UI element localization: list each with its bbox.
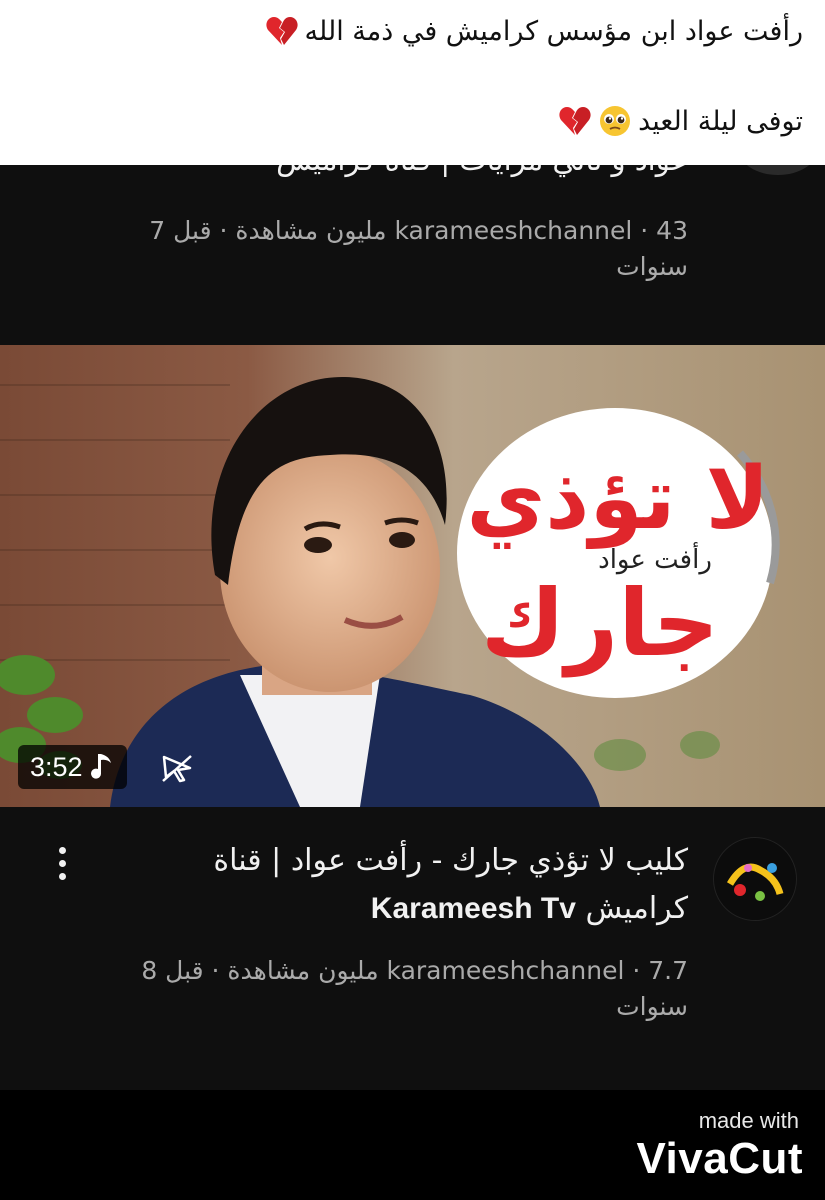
duration-badge: 3:52 bbox=[18, 745, 127, 789]
previous-video-title[interactable]: عواد و تالي مرايات | قناة كراميش bbox=[276, 165, 688, 177]
duration-text: 3:52 bbox=[30, 751, 83, 782]
post-caption: رأفت عواد ابن مؤسس كراميش في ذمة الله تو… bbox=[0, 0, 825, 165]
video-thumbnail[interactable]: لا تؤذي رأفت عواد جارك bbox=[0, 345, 825, 807]
caption-line-2: توفى ليلة العيد bbox=[558, 104, 803, 138]
video-meta: karameeshchannel · 7.7 مليون مشاهدة · قب… bbox=[141, 956, 688, 1021]
channel-avatar[interactable] bbox=[713, 837, 797, 921]
pleading-face-icon bbox=[598, 104, 632, 138]
logo-main-text: لا تؤذي bbox=[466, 449, 769, 549]
karameesh-logo-icon bbox=[714, 838, 796, 920]
caption-text-2: توفى ليلة العيد bbox=[638, 105, 803, 137]
previous-channel-avatar[interactable] bbox=[739, 165, 817, 175]
more-vert-icon[interactable] bbox=[52, 847, 72, 887]
cast-icon[interactable] bbox=[160, 753, 194, 783]
youtube-feed: عواد و تالي مرايات | قناة كراميش karamee… bbox=[0, 165, 825, 1090]
video-title-english: Karameesh Tv bbox=[370, 892, 576, 925]
made-with-text: made with bbox=[698, 1108, 799, 1133]
logo-bottom-text: جارك bbox=[481, 570, 719, 677]
broken-heart-icon bbox=[558, 104, 592, 138]
previous-video-meta: karameeshchannel · 43 مليون مشاهدة · قبل… bbox=[149, 216, 688, 281]
music-note-icon bbox=[90, 754, 111, 779]
watermark-bar: made with VivaCut bbox=[0, 1090, 825, 1200]
broken-heart-icon bbox=[265, 14, 299, 48]
vivacut-logo: VivaCut bbox=[636, 1134, 803, 1183]
song-logo-badge: لا تؤذي رأفت عواد جارك bbox=[457, 408, 780, 698]
caption-text-1: رأفت عواد ابن مؤسس كراميش في ذمة الله bbox=[304, 15, 803, 47]
video-title[interactable]: كليب لا تؤذي جارك - رأفت عواد | قناة كرا… bbox=[128, 837, 688, 933]
caption-line-1: رأفت عواد ابن مؤسس كراميش في ذمة الله bbox=[265, 14, 803, 48]
